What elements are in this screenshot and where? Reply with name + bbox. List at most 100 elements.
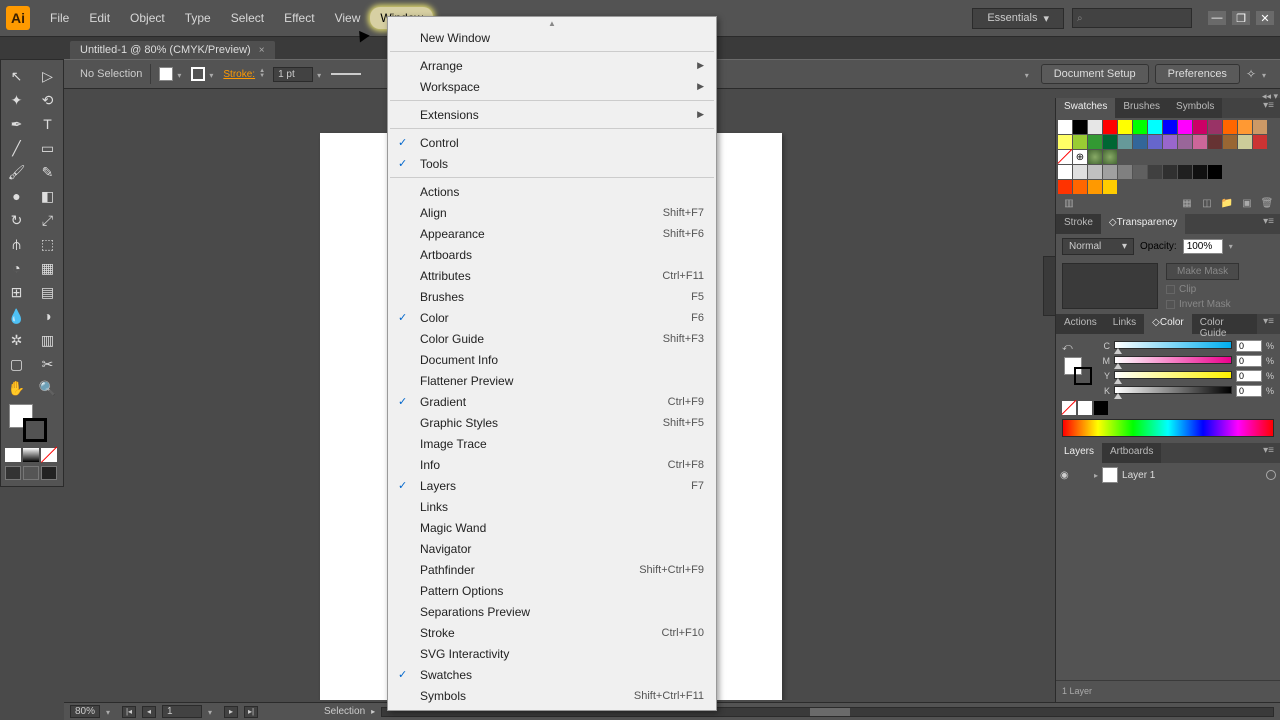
width-tool[interactable]: ⫛: [1, 232, 32, 256]
swatch[interactable]: [1073, 180, 1087, 194]
swatch[interactable]: [1058, 150, 1072, 164]
fill-swatch[interactable]: [159, 67, 173, 81]
menu-item-color[interactable]: ✓ColorF6: [388, 307, 716, 328]
close-button[interactable]: ✕: [1256, 11, 1274, 25]
zoom-field[interactable]: 80%: [70, 705, 100, 718]
new-group-icon[interactable]: 📁: [1220, 197, 1234, 209]
menu-item-document-info[interactable]: Document Info: [388, 349, 716, 370]
swatch[interactable]: [1103, 180, 1117, 194]
invert-mask-checkbox[interactable]: [1166, 300, 1175, 309]
tab-transparency[interactable]: ◇Transparency: [1101, 214, 1185, 234]
eraser-tool[interactable]: ◧: [32, 184, 63, 208]
stroke-weight-dropdown-icon[interactable]: [317, 69, 327, 79]
selection-tool[interactable]: ↖: [1, 64, 32, 88]
swatch[interactable]: [1193, 165, 1207, 179]
artboard-tool[interactable]: ▢: [1, 352, 32, 376]
minimize-button[interactable]: —: [1208, 11, 1226, 25]
swatch[interactable]: [1253, 135, 1267, 149]
swatch[interactable]: [1208, 135, 1222, 149]
eyedropper-tool[interactable]: 💧: [1, 304, 32, 328]
stroke-swatch[interactable]: [191, 67, 205, 81]
swatch[interactable]: [1193, 135, 1207, 149]
color-mode-solid[interactable]: [5, 448, 21, 462]
menu-item-workspace[interactable]: Workspace▶: [388, 76, 716, 97]
panel-menu-icon[interactable]: ▾≡: [1257, 214, 1280, 234]
menu-item-swatches[interactable]: ✓Swatches: [388, 664, 716, 685]
black-color-icon[interactable]: [1094, 401, 1108, 415]
menu-item-pattern-options[interactable]: Pattern Options: [388, 580, 716, 601]
menu-select[interactable]: Select: [221, 7, 274, 29]
menu-item-brushes[interactable]: BrushesF5: [388, 286, 716, 307]
preferences-button[interactable]: Preferences: [1155, 64, 1240, 84]
swatch[interactable]: [1148, 165, 1162, 179]
tab-color[interactable]: ◇Color: [1144, 314, 1192, 334]
menu-item-layers[interactable]: ✓LayersF7: [388, 475, 716, 496]
swatch[interactable]: [1118, 135, 1132, 149]
scale-tool[interactable]: ⤢: [32, 208, 63, 232]
swatch[interactable]: [1103, 150, 1117, 164]
tab-links[interactable]: Links: [1105, 314, 1144, 334]
blob-brush-tool[interactable]: ●: [1, 184, 32, 208]
menu-item-align[interactable]: AlignShift+F7: [388, 202, 716, 223]
menu-item-links[interactable]: Links: [388, 496, 716, 517]
perspective-tool[interactable]: ▦: [32, 256, 63, 280]
menu-effect[interactable]: Effect: [274, 7, 324, 29]
menu-item-control[interactable]: ✓Control: [388, 132, 716, 153]
stroke-dropdown-icon[interactable]: [209, 69, 219, 79]
swatch[interactable]: [1073, 120, 1087, 134]
color-mode-gradient[interactable]: [23, 448, 39, 462]
swatch[interactable]: [1058, 135, 1072, 149]
swatch[interactable]: [1073, 135, 1087, 149]
white-color-icon[interactable]: [1078, 401, 1092, 415]
color-mode-none[interactable]: [41, 448, 57, 462]
stroke-weight-spinner[interactable]: ▲▼: [259, 69, 269, 79]
menu-item-color-guide[interactable]: Color GuideShift+F3: [388, 328, 716, 349]
menu-item-attributes[interactable]: AttributesCtrl+F11: [388, 265, 716, 286]
swatch-kind-icon[interactable]: ▦: [1180, 197, 1194, 209]
stroke-style-preview[interactable]: [331, 73, 361, 75]
layer-target-icon[interactable]: [1266, 470, 1276, 480]
menu-item-separations-preview[interactable]: Separations Preview: [388, 601, 716, 622]
menu-item-appearance[interactable]: AppearanceShift+F6: [388, 223, 716, 244]
expand-icon[interactable]: ▸: [1094, 471, 1098, 480]
menu-item-new-window[interactable]: New Window: [388, 27, 716, 48]
opacity-field[interactable]: 100%: [1183, 239, 1223, 254]
swatch-lib-icon[interactable]: ▥: [1062, 197, 1076, 209]
yellow-value[interactable]: 0: [1236, 370, 1262, 382]
swatch[interactable]: [1178, 120, 1192, 134]
prev-artboard-button[interactable]: ◂: [142, 706, 156, 718]
shape-builder-tool[interactable]: ◔: [1, 256, 32, 280]
slice-tool[interactable]: ✂: [32, 352, 63, 376]
swatch[interactable]: [1193, 120, 1207, 134]
color-stroke-icon[interactable]: [1074, 367, 1092, 385]
swatch[interactable]: [1208, 120, 1222, 134]
menu-type[interactable]: Type: [175, 7, 221, 29]
pencil-tool[interactable]: ✎: [32, 160, 63, 184]
cyan-slider[interactable]: [1114, 341, 1232, 351]
swatch[interactable]: [1133, 165, 1147, 179]
gradient-tool[interactable]: ▤: [32, 280, 63, 304]
swatch[interactable]: [1058, 165, 1072, 179]
clip-checkbox[interactable]: [1166, 285, 1175, 294]
menu-item-actions[interactable]: Actions: [388, 181, 716, 202]
menu-item-flattener-preview[interactable]: Flattener Preview: [388, 370, 716, 391]
swatch[interactable]: [1133, 135, 1147, 149]
visibility-icon[interactable]: ◉: [1060, 470, 1074, 481]
swatch[interactable]: [1223, 120, 1237, 134]
document-tab[interactable]: Untitled-1 @ 80% (CMYK/Preview) ×: [70, 41, 275, 59]
panel-menu-icon[interactable]: ▾≡: [1257, 314, 1280, 334]
fill-stroke-indicator[interactable]: [1, 400, 63, 446]
menu-object[interactable]: Object: [120, 7, 175, 29]
opacity-dropdown-icon[interactable]: ▾: [1229, 242, 1233, 251]
screen-mode-normal[interactable]: [5, 466, 21, 480]
swatch[interactable]: [1088, 135, 1102, 149]
graph-tool[interactable]: ▥: [32, 328, 63, 352]
rotate-tool[interactable]: ↻: [1, 208, 32, 232]
magic-wand-icon[interactable]: ✧: [1246, 67, 1256, 81]
menu-item-pathfinder[interactable]: PathfinderShift+Ctrl+F9: [388, 559, 716, 580]
menu-item-info[interactable]: InfoCtrl+F8: [388, 454, 716, 475]
menu-item-extensions[interactable]: Extensions▶: [388, 104, 716, 125]
align-dropdown-icon[interactable]: [1025, 69, 1035, 79]
swatch[interactable]: [1253, 120, 1267, 134]
artboard-number[interactable]: 1: [162, 705, 202, 718]
